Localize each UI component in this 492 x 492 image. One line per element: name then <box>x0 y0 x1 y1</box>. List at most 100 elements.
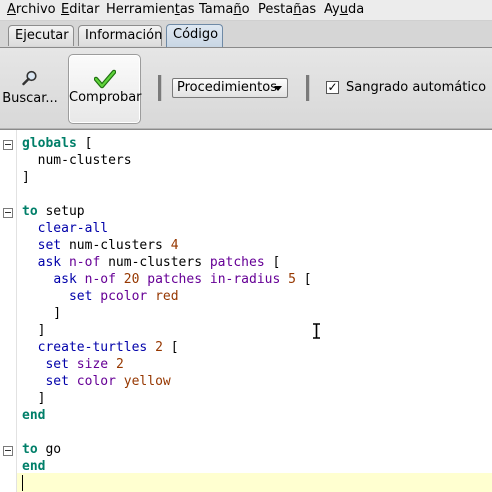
code-line: globals [ <box>22 135 312 152</box>
toolbar: Buscar... Comprobar Procedimientos ✓ San… <box>0 48 492 129</box>
code-token: 20 <box>123 272 140 287</box>
code-token: patches <box>209 255 265 270</box>
code-token: clear-all <box>37 221 109 236</box>
menu-tamano[interactable]: Tamaño <box>199 2 250 18</box>
code-token: 2 <box>115 357 124 372</box>
code-token: create-turtles <box>37 340 148 355</box>
code-line: ask n-of 20 patches in-radius 5 [ <box>22 271 312 288</box>
text-caret <box>22 475 23 491</box>
fold-toggle-icon[interactable] <box>3 446 13 456</box>
code-line: to setup <box>22 203 312 220</box>
magnifier-icon <box>22 70 37 86</box>
menu-herramientas[interactable]: Herramientas <box>106 2 195 18</box>
code-token: num-clusters <box>22 153 132 168</box>
menu-ayuda[interactable]: Ayuda <box>324 2 364 18</box>
code-token: ] <box>22 170 30 185</box>
check-label: Comprobar <box>69 90 142 105</box>
code-token: set <box>45 357 69 372</box>
code-token: end <box>22 408 46 423</box>
code-token: ] <box>22 323 46 338</box>
code-line: num-clusters <box>22 152 312 169</box>
autoindent-label: Sangrado automático <box>346 80 487 95</box>
code-token: to <box>22 204 38 219</box>
toolbar-separator <box>158 75 162 101</box>
code-token: [ <box>162 340 179 355</box>
checkmark-icon: ✓ <box>327 80 338 94</box>
code-line: end <box>22 458 312 475</box>
code-token: go <box>37 442 62 457</box>
code-token: yellow <box>123 374 171 389</box>
code-line: ] <box>22 322 312 339</box>
find-label: Buscar... <box>2 91 58 106</box>
editor-gutter <box>0 130 17 492</box>
fold-toggle-icon[interactable] <box>3 208 13 218</box>
menu-archivo[interactable]: Archivo <box>7 2 56 18</box>
code-line: ] <box>22 390 312 407</box>
code-token: ] <box>22 306 62 321</box>
code-line: end <box>22 407 312 424</box>
code-text[interactable]: globals [ num-clusters] to setup clear-al… <box>22 135 312 492</box>
tab-codigo[interactable]: Código <box>166 24 223 47</box>
menu-bar: Archivo Editar Herramientas Tamaño Pesta… <box>0 0 492 21</box>
tab-ejecutar[interactable]: Ejecutar <box>8 25 74 46</box>
code-editor[interactable]: globals [ num-clusters] to setup clear-al… <box>0 129 492 492</box>
code-token: [ <box>295 272 312 287</box>
code-line: to go <box>22 441 312 458</box>
code-token: num-clusters <box>61 238 171 253</box>
code-token: globals <box>22 136 77 151</box>
code-line: set size 2 <box>22 356 312 373</box>
toolbar-separator <box>306 75 310 101</box>
code-token: red <box>155 289 179 304</box>
code-token: ask <box>53 272 77 287</box>
code-token: size <box>76 357 109 372</box>
tab-informacion[interactable]: Información <box>78 25 162 46</box>
code-line: ] <box>22 305 312 322</box>
menu-editar[interactable]: Editar <box>61 2 100 18</box>
code-token: pcolor <box>100 289 148 304</box>
code-token: color <box>76 374 116 389</box>
checkmark-icon <box>94 69 116 89</box>
code-token: patches <box>147 272 203 287</box>
code-token: 2 <box>155 340 163 355</box>
procedures-dropdown[interactable]: Procedimientos <box>172 78 288 98</box>
code-token: n-of <box>68 255 101 270</box>
code-token: [ <box>264 255 281 270</box>
code-token: set <box>37 238 62 253</box>
code-token: to <box>22 442 38 457</box>
code-token: set <box>68 289 93 304</box>
code-token: set <box>45 374 69 389</box>
check-button[interactable]: Comprobar <box>68 54 142 124</box>
code-line: set color yellow <box>22 373 312 390</box>
code-line: create-turtles 2 [ <box>22 339 312 356</box>
find-button[interactable]: Buscar... <box>0 54 60 124</box>
code-line: clear-all <box>22 220 312 237</box>
code-line: set pcolor red <box>22 288 312 305</box>
menu-pestanas[interactable]: Pestañas <box>258 2 316 18</box>
fold-toggle-icon[interactable] <box>3 140 13 150</box>
autoindent-checkbox[interactable]: ✓ <box>326 81 339 94</box>
tab-bar: Ejecutar Información Código <box>0 21 492 48</box>
code-token: 4 <box>170 238 179 253</box>
code-token: n-of <box>84 272 116 287</box>
code-token: num-clusters <box>100 255 210 270</box>
